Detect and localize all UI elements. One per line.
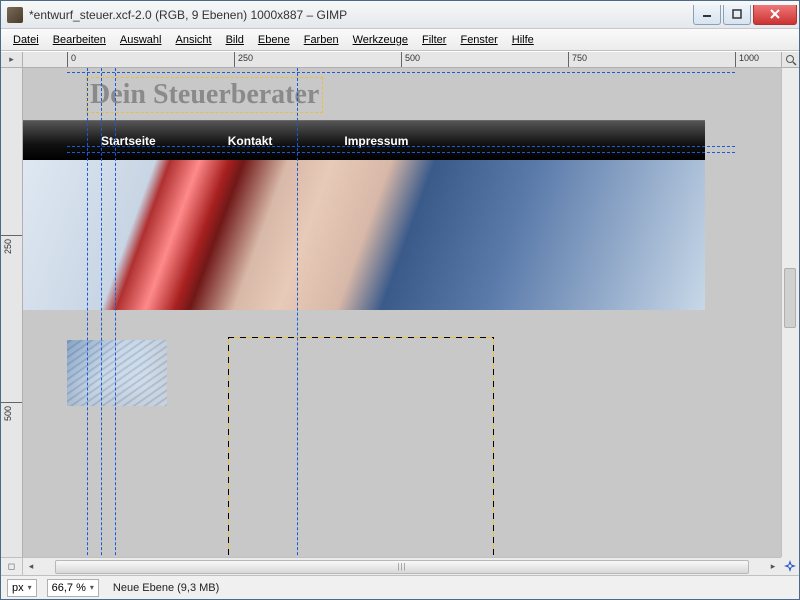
app-window: *entwurf_steuer.xcf-2.0 (RGB, 9 Ebenen) …	[0, 0, 800, 600]
horizontal-scrollbar[interactable]: ◂ ▸	[23, 557, 781, 575]
close-icon	[769, 8, 781, 20]
ruler-h-label: 250	[238, 53, 253, 63]
guide-vertical[interactable]	[297, 68, 298, 557]
scroll-left-arrow-icon[interactable]: ◂	[23, 560, 39, 574]
zoom-fit-button[interactable]	[781, 52, 799, 68]
ruler-v-label: 500	[3, 406, 13, 421]
menu-fenster[interactable]: Fenster	[454, 32, 503, 48]
menu-bearbeiten[interactable]: Bearbeiten	[47, 32, 112, 48]
statusbar: px ▾ 66,7 % ▾ Neue Ebene (9,3 MB)	[1, 575, 799, 599]
dropdown-arrow-icon: ▾	[90, 583, 94, 592]
guide-horizontal[interactable]	[67, 146, 735, 147]
ruler-h-label: 500	[405, 53, 420, 63]
titlebar[interactable]: *entwurf_steuer.xcf-2.0 (RGB, 9 Ebenen) …	[1, 1, 799, 29]
menu-ansicht[interactable]: Ansicht	[169, 32, 217, 48]
navbar-layer: Startseite Kontakt Impressum	[23, 120, 705, 160]
work-area: 0 250 500 750 1000 250 500 Dein Steuerbe…	[1, 51, 799, 575]
ruler-h-label: 750	[572, 53, 587, 63]
minimize-button[interactable]	[693, 5, 721, 25]
vertical-scrollbar[interactable]	[781, 68, 799, 557]
menu-auswahl[interactable]: Auswahl	[114, 32, 168, 48]
guide-vertical[interactable]	[87, 68, 88, 557]
minimize-icon	[702, 9, 712, 19]
dropdown-arrow-icon: ▾	[28, 583, 32, 592]
ruler-h-label: 0	[71, 53, 76, 63]
status-message: Neue Ebene (9,3 MB)	[109, 582, 793, 594]
ruler-origin-toggle[interactable]	[1, 52, 23, 68]
unit-value: px	[12, 582, 24, 594]
ruler-h-label: 1000	[739, 53, 759, 63]
text-layer-heading[interactable]: Dein Steuerberater	[87, 78, 322, 112]
horizontal-scroll-track[interactable]	[55, 560, 749, 574]
maximize-button[interactable]	[723, 5, 751, 25]
menu-werkzeuge[interactable]: Werkzeuge	[347, 32, 414, 48]
guide-horizontal[interactable]	[67, 72, 735, 73]
menu-filter[interactable]: Filter	[416, 32, 452, 48]
quick-mask-toggle[interactable]: ◻	[1, 557, 23, 575]
horizontal-scroll-thumb[interactable]	[56, 561, 748, 573]
thumbnail-image-layer	[67, 340, 167, 406]
canvas-viewport[interactable]: Dein Steuerberater Startseite Kontakt Im…	[23, 68, 781, 557]
guide-vertical[interactable]	[115, 68, 116, 557]
menu-farben[interactable]: Farben	[298, 32, 345, 48]
menubar: Datei Bearbeiten Auswahl Ansicht Bild Eb…	[1, 29, 799, 51]
zoom-icon	[785, 54, 797, 66]
unit-selector[interactable]: px ▾	[7, 579, 37, 597]
canvas[interactable]: Dein Steuerberater Startseite Kontakt Im…	[67, 68, 735, 557]
guide-vertical[interactable]	[101, 68, 102, 557]
ruler-v-label: 250	[3, 239, 13, 254]
guide-horizontal[interactable]	[67, 152, 735, 153]
app-icon	[7, 7, 23, 23]
menu-ebene[interactable]: Ebene	[252, 32, 296, 48]
zoom-selector[interactable]: 66,7 % ▾	[47, 579, 99, 597]
menu-hilfe[interactable]: Hilfe	[506, 32, 540, 48]
zoom-value: 66,7 %	[52, 582, 86, 594]
menu-bild[interactable]: Bild	[220, 32, 250, 48]
ruler-horizontal[interactable]: 0 250 500 750 1000	[23, 52, 781, 68]
navigation-icon	[783, 559, 797, 573]
hero-image-layer	[23, 160, 705, 310]
navigation-preview-button[interactable]	[781, 557, 799, 575]
active-layer-boundary	[227, 336, 495, 556]
maximize-icon	[732, 9, 742, 19]
ruler-vertical[interactable]: 250 500	[1, 68, 23, 557]
close-button[interactable]	[753, 5, 797, 25]
scroll-right-arrow-icon[interactable]: ▸	[765, 560, 781, 574]
window-title: *entwurf_steuer.xcf-2.0 (RGB, 9 Ebenen) …	[29, 8, 691, 22]
menu-datei[interactable]: Datei	[7, 32, 45, 48]
vertical-scroll-thumb[interactable]	[784, 268, 796, 328]
